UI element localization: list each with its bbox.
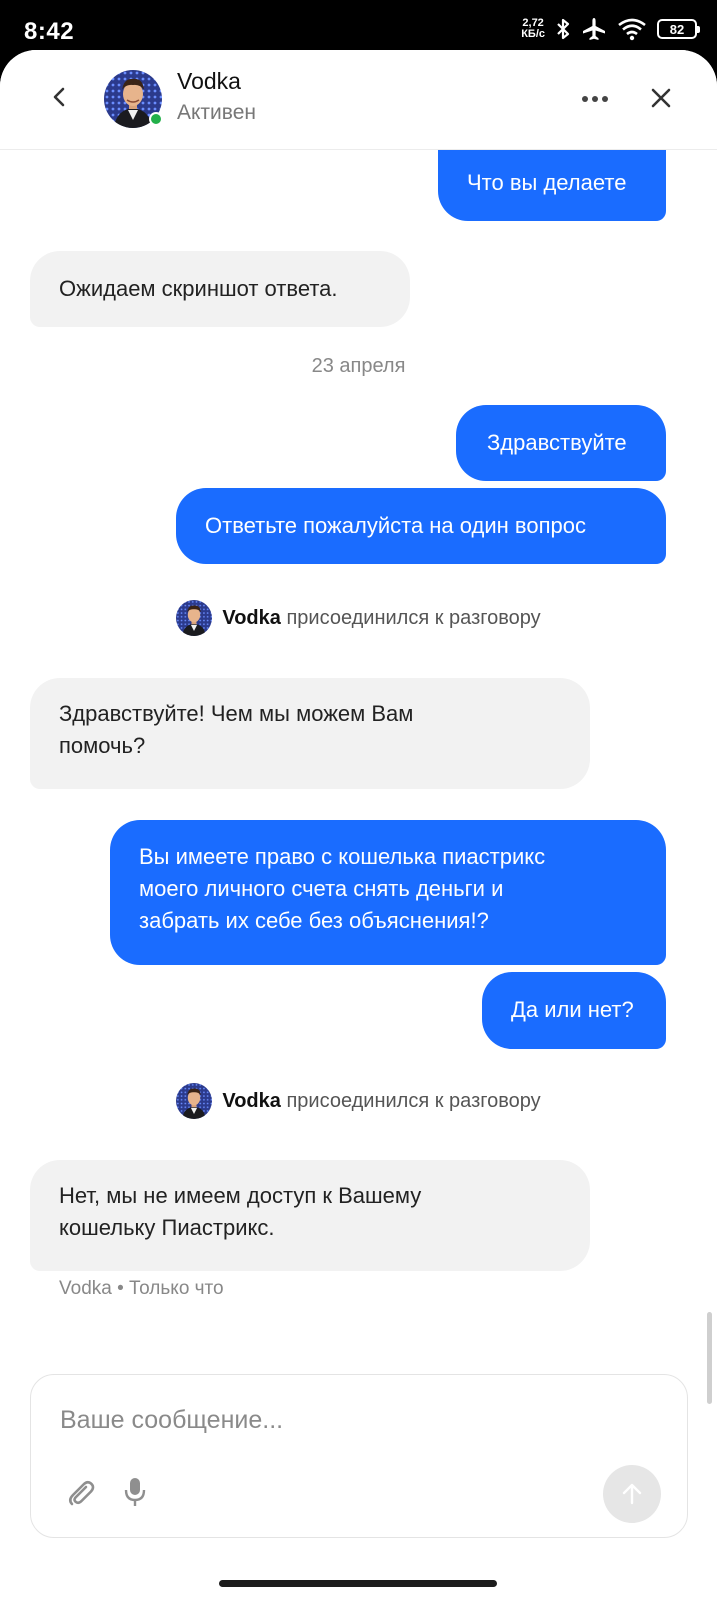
contact-status: Активен [177, 101, 256, 124]
system-join-notice: Vodka присоединился к разговору [0, 1083, 717, 1119]
battery-icon: 82 [657, 19, 700, 39]
message-input[interactable] [60, 1403, 640, 1437]
status-time: 8:42 [24, 18, 75, 45]
agent-name: Vodka [222, 606, 281, 629]
bluetooth-icon [555, 17, 571, 41]
message-text: Да или нет? [511, 997, 634, 1022]
incoming-message[interactable]: Ожидаем скриншот ответа. [30, 251, 410, 327]
message-text-line: кошельку Пиастрикс. [59, 1215, 275, 1240]
airplane-icon [581, 17, 607, 41]
close-icon [651, 88, 671, 108]
contact-avatar[interactable] [104, 70, 163, 128]
avatar [176, 600, 213, 636]
outgoing-message[interactable]: Вы имеете право с кошелька пиастрикс мое… [110, 820, 666, 965]
message-text: Здравствуйте [487, 430, 627, 455]
date-separator: 23 апреля [311, 355, 406, 377]
message-text: Что вы делаете [467, 170, 627, 195]
send-arrow-icon [622, 1483, 642, 1505]
message-text: Ответьте пожалуйста на один вопрос [205, 513, 586, 538]
online-indicator [149, 112, 163, 126]
message-text-line: забрать их себе без объяснения!? [139, 908, 489, 933]
more-icon [582, 96, 608, 102]
battery-level: 82 [669, 21, 685, 37]
join-text: присоединился к разговору [286, 1089, 541, 1112]
status-icons: 2,72 КБ/с 82 [521, 16, 700, 42]
outgoing-message[interactable]: Что вы делаете [438, 146, 666, 221]
network-speed-unit: КБ/с [521, 28, 545, 40]
system-join-notice: Vodka присоединился к разговору [0, 600, 717, 636]
chat-sheet: Vodka Активен Что вы делаете Ожидаем скр… [0, 50, 717, 1600]
message-text-line: моего личного счета снять деньги и [139, 876, 504, 901]
message-meta: Vodka • Только что [59, 1278, 224, 1299]
message-composer [30, 1374, 688, 1538]
paperclip-icon [68, 1480, 95, 1506]
status-bar: 8:42 2,72 КБ/с 82 [0, 0, 717, 50]
contact-name: Vodka [177, 68, 241, 94]
outgoing-message[interactable]: Ответьте пожалуйста на один вопрос [176, 488, 666, 564]
back-icon [53, 87, 65, 107]
back-button[interactable] [44, 82, 74, 112]
home-indicator[interactable] [219, 1580, 497, 1587]
more-button[interactable] [578, 86, 612, 112]
join-text: присоединился к разговору [286, 606, 541, 629]
chat-header: Vodka Активен [0, 50, 717, 150]
incoming-message[interactable]: Здравствуйте! Чем мы можем Вам помочь? [30, 678, 590, 789]
outgoing-message[interactable]: Да или нет? [482, 972, 666, 1049]
incoming-message[interactable]: Нет, мы не имеем доступ к Вашему кошельк… [30, 1160, 590, 1271]
message-text: Ожидаем скриншот ответа. [59, 276, 338, 301]
message-text-line: помочь? [59, 733, 146, 758]
send-button[interactable] [603, 1465, 661, 1523]
agent-name: Vodka [222, 1089, 281, 1112]
wifi-icon [617, 17, 647, 41]
network-speed: 2,72 КБ/с [521, 18, 545, 40]
message-text-line: Вы имеете право с кошелька пиастрикс [139, 844, 546, 869]
scrollbar[interactable] [707, 1312, 712, 1404]
voice-button[interactable] [120, 1475, 150, 1509]
avatar [176, 1083, 213, 1119]
close-button[interactable] [646, 83, 676, 113]
message-text-line: Здравствуйте! Чем мы можем Вам [59, 701, 414, 726]
microphone-icon [124, 1478, 146, 1506]
message-text-line: Нет, мы не имеем доступ к Вашему [59, 1183, 422, 1208]
outgoing-message[interactable]: Здравствуйте [456, 405, 666, 481]
attach-button[interactable] [65, 1477, 97, 1509]
